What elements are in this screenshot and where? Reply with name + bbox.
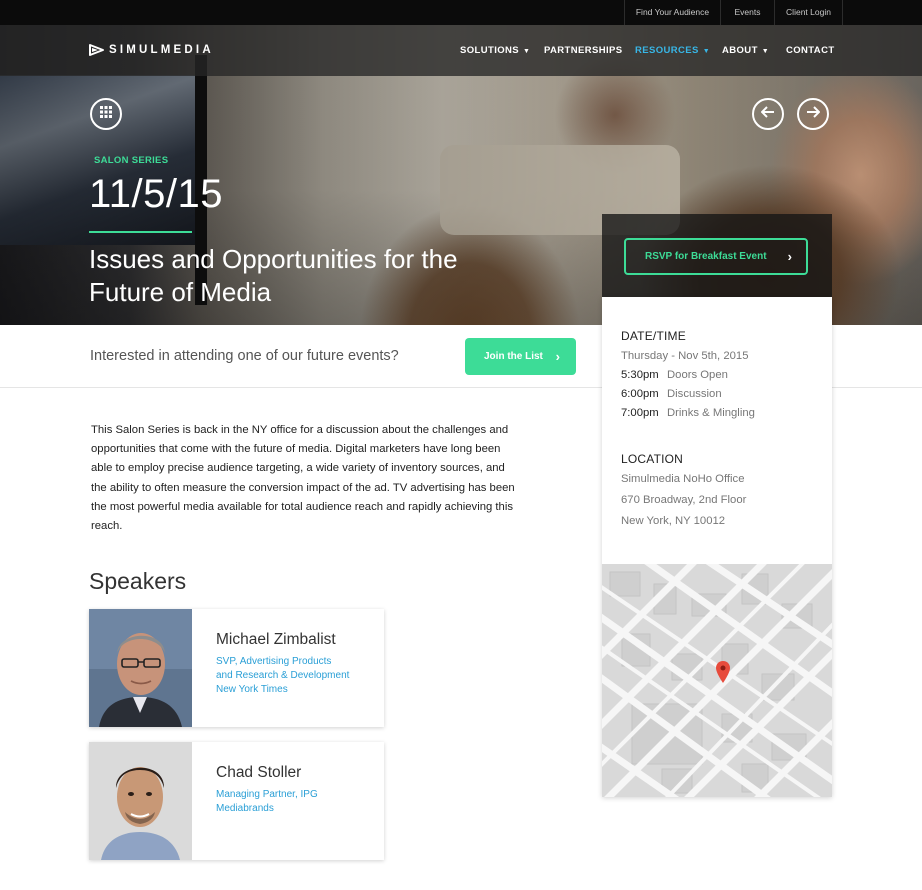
rsvp-label: RSVP for Breakfast Event bbox=[645, 251, 767, 262]
speaker-name: Chad Stoller bbox=[216, 764, 302, 781]
utility-link-find-your-audience[interactable]: Find Your Audience bbox=[624, 0, 720, 25]
join-list-label: Join the List bbox=[484, 351, 543, 362]
speaker-photo bbox=[89, 742, 192, 860]
prev-event-button[interactable] bbox=[752, 98, 784, 130]
nav-item-contact[interactable]: CONTACT bbox=[786, 25, 835, 76]
speaker-role-line: Mediabrands bbox=[216, 803, 274, 814]
nav-item-label: ABOUT bbox=[722, 45, 758, 56]
speaker-role: Managing Partner, IPG Mediabrands bbox=[216, 788, 376, 816]
events-grid-button[interactable] bbox=[90, 98, 122, 130]
caret-down-icon: ▼ bbox=[702, 48, 711, 55]
schedule-time: 5:30pm bbox=[621, 369, 659, 381]
join-list-button[interactable]: Join the List › bbox=[465, 338, 576, 375]
chevron-right-icon: › bbox=[555, 349, 560, 364]
nav-item-about[interactable]: ABOUT ▼ bbox=[722, 25, 769, 76]
schedule-label: Drinks & Mingling bbox=[667, 407, 755, 419]
logo-icon bbox=[89, 43, 105, 57]
logo-wordmark: SIMULMEDIA bbox=[109, 44, 214, 56]
location-line: New York, NY 10012 bbox=[621, 515, 726, 527]
nav-item-resources[interactable]: RESOURCES ▼ bbox=[635, 25, 710, 76]
speaker-role-line: SVP, Advertising Products bbox=[216, 656, 332, 667]
caret-down-icon: ▼ bbox=[523, 48, 531, 55]
caret-down-icon: ▼ bbox=[761, 48, 770, 55]
rsvp-panel: RSVP for Breakfast Event › bbox=[602, 214, 832, 297]
location-map[interactable] bbox=[602, 564, 832, 797]
speaker-photo bbox=[89, 609, 192, 727]
rsvp-button[interactable]: RSVP for Breakfast Event › bbox=[624, 238, 808, 275]
grid-icon bbox=[100, 105, 112, 123]
schedule-label: Doors Open bbox=[667, 369, 728, 381]
schedule-time: 7:00pm bbox=[621, 407, 659, 419]
arrow-left-icon bbox=[760, 105, 775, 123]
utility-nav: Find Your Audience Events Client Login bbox=[0, 0, 922, 25]
utility-link-events[interactable]: Events bbox=[720, 0, 774, 25]
nav-item-label: CONTACT bbox=[786, 45, 835, 56]
event-full-date: Thursday - Nov 5th, 2015 bbox=[621, 350, 749, 362]
utility-link-client-login[interactable]: Client Login bbox=[774, 0, 843, 25]
nav-item-solutions[interactable]: SOLUTIONS ▼ bbox=[460, 25, 530, 76]
event-title: Issues and Opportunities for the Future … bbox=[89, 244, 458, 307]
speaker-role-line: Managing Partner, IPG bbox=[216, 789, 318, 800]
join-question: Interested in attending one of our futur… bbox=[90, 348, 399, 364]
main-nav: SIMULMEDIA SOLUTIONS ▼ PARTNERSHIPS RESOU… bbox=[0, 25, 922, 76]
event-details-card: DATE/TIME Thursday - Nov 5th, 2015 5:30p… bbox=[602, 297, 832, 797]
event-description: This Salon Series is back in the NY offi… bbox=[91, 424, 515, 533]
chevron-right-icon: › bbox=[787, 249, 792, 264]
nav-item-label: RESOURCES bbox=[635, 45, 699, 56]
location-line: 670 Broadway, 2nd Floor bbox=[621, 494, 747, 506]
title-divider bbox=[89, 231, 192, 233]
location-line: Simulmedia NoHo Office bbox=[621, 473, 745, 485]
speaker-role-line: New York Times bbox=[216, 684, 288, 695]
arrow-right-icon bbox=[806, 105, 821, 123]
schedule-time: 6:00pm bbox=[621, 388, 659, 400]
next-event-button[interactable] bbox=[797, 98, 829, 130]
nav-item-label: PARTNERSHIPS bbox=[544, 45, 623, 56]
nav-item-partnerships[interactable]: PARTNERSHIPS bbox=[544, 25, 623, 76]
event-series-label: SALON SERIES bbox=[94, 155, 169, 166]
schedule-label: Discussion bbox=[667, 388, 722, 400]
datetime-heading: DATE/TIME bbox=[621, 329, 686, 343]
speaker-card[interactable]: Michael Zimbalist SVP, Advertising Produ… bbox=[89, 609, 384, 727]
speaker-role: SVP, Advertising Products and Research &… bbox=[216, 655, 376, 697]
nav-item-label: SOLUTIONS bbox=[460, 45, 520, 56]
speaker-name: Michael Zimbalist bbox=[216, 631, 336, 648]
location-heading: LOCATION bbox=[621, 452, 684, 466]
map-pin-icon[interactable] bbox=[716, 661, 730, 688]
speakers-heading: Speakers bbox=[89, 568, 187, 594]
speaker-card[interactable]: Chad Stoller Managing Partner, IPG Media… bbox=[89, 742, 384, 860]
event-date: 11/5/15 bbox=[89, 172, 223, 216]
speaker-role-line: and Research & Development bbox=[216, 670, 350, 681]
logo[interactable]: SIMULMEDIA bbox=[89, 43, 214, 57]
